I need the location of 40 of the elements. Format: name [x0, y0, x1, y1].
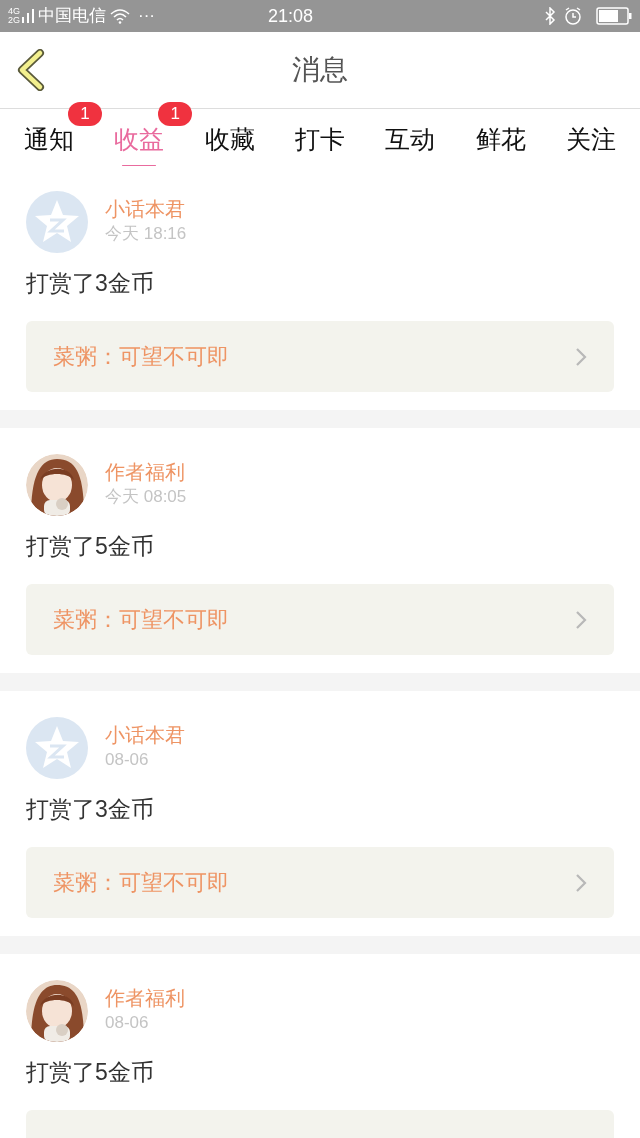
unread-badge: 1 [68, 102, 102, 126]
more-indicator: ··· [138, 5, 155, 28]
unread-badge: 1 [158, 102, 193, 126]
alarm-icon [564, 7, 582, 25]
category-tab[interactable]: 收藏 [204, 109, 255, 165]
message-text: 打赏了5金币 [26, 1058, 155, 1087]
category-tab[interactable]: 互动 [385, 109, 436, 165]
default-avatar-icon [26, 191, 88, 253]
wifi-icon [110, 8, 130, 24]
sender-name: 小话本君 [105, 723, 185, 748]
message-time: 08-06 [105, 749, 150, 771]
bluetooth-icon [544, 7, 556, 25]
carrier-name: 中国电信 [38, 5, 106, 28]
battery-icon [596, 7, 632, 25]
network-label: 2G [8, 16, 20, 25]
signal-icon [22, 9, 34, 23]
category-tab[interactable]: 关注 [565, 109, 616, 165]
network-label: 4G [8, 7, 20, 16]
category-tab[interactable]: 打卡 [295, 109, 345, 165]
work-title: 菜粥：可望不可即 [53, 869, 229, 897]
clock-time: 21:08 [268, 4, 314, 28]
work-title: 菜粥：可望不可即 [53, 606, 229, 634]
sender-name: 作者福利 [105, 460, 186, 485]
default-avatar-icon [26, 717, 88, 779]
message-time: 08-06 [105, 1012, 150, 1034]
message-text: 打赏了3金币 [26, 795, 155, 824]
tab-underline [122, 164, 157, 165]
sender-name: 小话本君 [105, 197, 186, 222]
category-tab[interactable]: 鲜花 [475, 109, 526, 165]
chevron-right-icon [575, 346, 587, 367]
work-title: 菜粥：可望不可即 [53, 343, 229, 371]
sender-name: 作者福利 [105, 986, 185, 1011]
chevron-right-icon [575, 609, 587, 630]
message-text: 打赏了3金币 [26, 269, 155, 298]
message-time: 今天 08:05 [105, 486, 187, 508]
message-text: 打赏了5金币 [26, 532, 155, 561]
message-time: 今天 18:16 [105, 223, 187, 245]
page-title: 消息 [292, 53, 348, 87]
chevron-right-icon [575, 872, 587, 893]
back-icon [16, 49, 46, 91]
